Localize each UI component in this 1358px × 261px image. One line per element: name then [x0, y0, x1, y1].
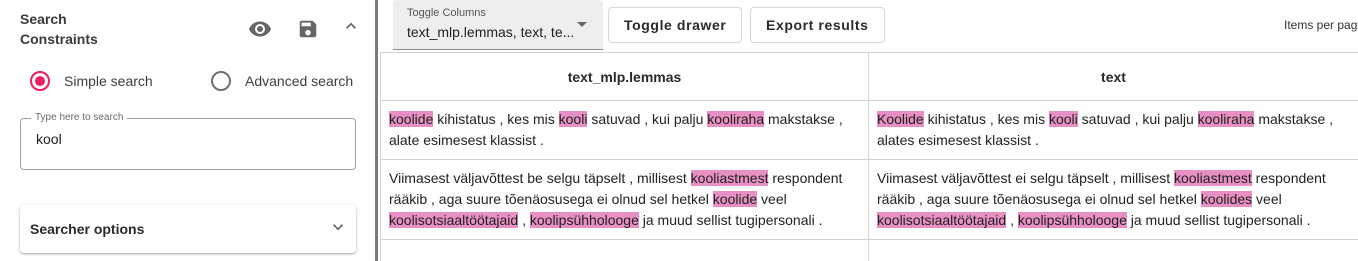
toggle-columns-select[interactable]: Toggle Columns text_mlp.lemmas, text, te…: [393, 0, 603, 50]
highlighted-match: kooliraha: [1197, 111, 1255, 127]
cell-text: veel: [757, 191, 787, 207]
results-table: text_mlp.lemmas text koolide kihistatus …: [380, 52, 1358, 261]
cell-text: ,: [1006, 212, 1018, 228]
cell-text: satuvad , kui palju: [1077, 111, 1198, 127]
highlighted-match: kooliastmest: [690, 170, 769, 186]
drawer-title-line1: Search: [20, 11, 67, 27]
table-row: [380, 239, 1358, 261]
radio-checked-icon[interactable]: [30, 71, 50, 91]
search-field[interactable]: Type here to search: [20, 112, 356, 170]
highlighted-match: koolide: [712, 191, 758, 207]
lemmas-cell: koolide kihistatus , kes mis kooli satuv…: [380, 100, 869, 160]
search-constraints-drawer: Search Constraints Simple search Advance…: [0, 0, 376, 261]
highlighted-match: koolides: [1200, 191, 1253, 207]
chevron-down-icon: [328, 217, 348, 242]
text-cell: [868, 239, 1358, 261]
dropdown-caret-icon: [577, 22, 587, 27]
chevron-up-icon[interactable]: [337, 12, 365, 40]
highlighted-match: kooli: [1048, 111, 1078, 127]
highlighted-match: kooli: [558, 111, 588, 127]
cell-text: Viimasest väljavõttest ei selgu täpselt …: [877, 170, 1174, 186]
highlighted-match: koolisotsiaaltöötajaid: [877, 212, 1007, 228]
table-row: Viimasest väljavõttest be selgu täpselt …: [380, 159, 1358, 240]
search-input[interactable]: [36, 131, 336, 147]
cell-text: kihistatus , kes mis: [923, 111, 1049, 127]
cell-text: kihistatus , kes mis: [433, 111, 559, 127]
highlighted-match: koolide: [389, 111, 434, 127]
items-per-page-label: Items per page: [1284, 18, 1358, 32]
column-header-text[interactable]: text: [868, 52, 1358, 101]
drawer-title: Search Constraints: [20, 9, 120, 49]
advanced-search-label: Advanced search: [245, 73, 354, 89]
results-table-container: text_mlp.lemmas text koolide kihistatus …: [380, 52, 1358, 261]
drawer-title-line2: Constraints: [20, 31, 98, 47]
highlighted-match: koolipsühholooge: [529, 212, 639, 228]
cell-text: Viimasest väljavõttest be selgu täpselt …: [389, 170, 691, 186]
lemmas-cell: [380, 239, 869, 261]
export-results-button[interactable]: Export results: [750, 7, 885, 43]
radio-unchecked-icon[interactable]: [211, 71, 231, 91]
toggle-columns-label: Toggle Columns: [407, 7, 486, 19]
table-row: koolide kihistatus , kes mis kooli satuv…: [380, 100, 1358, 160]
searcher-options-panel[interactable]: Searcher options: [20, 205, 356, 253]
simple-search-label: Simple search: [64, 73, 153, 89]
results-toolbar: Toggle Columns text_mlp.lemmas, text, te…: [378, 0, 1358, 52]
toggle-drawer-button[interactable]: Toggle drawer: [608, 7, 743, 43]
search-field-legend: Type here to search: [31, 112, 128, 124]
lemmas-cell: Viimasest väljavõttest be selgu täpselt …: [380, 159, 869, 240]
eye-icon[interactable]: [246, 15, 274, 43]
column-header-lemmas[interactable]: text_mlp.lemmas: [380, 52, 869, 101]
highlighted-match: kooliastmest: [1173, 170, 1252, 186]
advanced-search-radio[interactable]: Advanced search: [211, 70, 353, 92]
highlighted-match: koolipsühholooge: [1017, 212, 1127, 228]
cell-text: veel: [1252, 191, 1282, 207]
cell-text: ja muud sellist tugipersonali .: [638, 212, 823, 228]
results-area: Toggle Columns text_mlp.lemmas, text, te…: [378, 0, 1358, 261]
simple-search-radio[interactable]: Simple search: [30, 70, 153, 92]
floppy-disk-icon[interactable]: [294, 15, 322, 43]
cell-text: satuvad , kui palju: [587, 111, 708, 127]
highlighted-match: kooliraha: [707, 111, 765, 127]
toggle-columns-value: text_mlp.lemmas, text, te...: [407, 24, 575, 40]
text-cell: Koolide kihistatus , kes mis kooli satuv…: [868, 100, 1358, 160]
cell-text: ja muud sellist tugipersonali .: [1126, 212, 1311, 228]
searcher-options-label: Searcher options: [30, 221, 145, 237]
text-cell: Viimasest väljavõttest ei selgu täpselt …: [868, 159, 1358, 240]
table-header-row: text_mlp.lemmas text: [380, 52, 1358, 101]
table-body: koolide kihistatus , kes mis kooli satuv…: [380, 100, 1358, 261]
highlighted-match: koolisotsiaaltöötajaid: [389, 212, 519, 228]
cell-text: ,: [518, 212, 530, 228]
highlighted-match: Koolide: [877, 111, 924, 127]
